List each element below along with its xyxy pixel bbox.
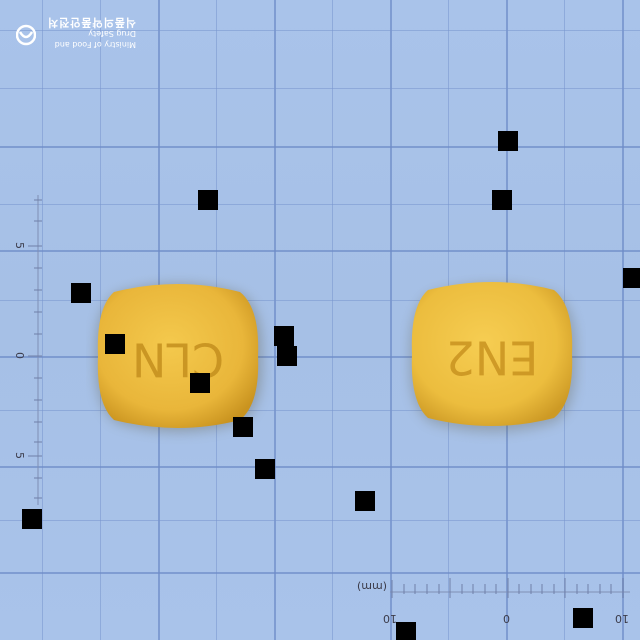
pill-imprint-left: CLN [132, 333, 224, 387]
ruler-label: 5 [13, 452, 26, 459]
occlusion-square [190, 373, 210, 393]
ruler-unit-label: (mm) [357, 580, 388, 593]
occlusion-square [355, 491, 375, 511]
occlusion-square [492, 190, 512, 210]
vertical-ruler: 5 0 5 [12, 190, 48, 510]
agency-logo-text: Ministry of Food and Drug Safety 식품의약품안전… [40, 16, 136, 50]
grid-line [622, 0, 624, 640]
occlusion-square [274, 326, 294, 346]
agency-name-korean: 식품의약품안전처 [47, 16, 136, 29]
occlusion-square [573, 608, 593, 628]
grid-line [332, 0, 333, 640]
ruler-label: 5 [13, 242, 26, 249]
grid-line [0, 520, 640, 521]
agency-logo: Ministry of Food and Drug Safety 식품의약품안전… [16, 14, 136, 54]
occlusion-square [233, 417, 253, 437]
occlusion-square [198, 190, 218, 210]
grid-line [0, 146, 640, 148]
ruler-label: 10 [383, 612, 397, 625]
occlusion-square [255, 459, 275, 479]
occlusion-square [22, 509, 42, 529]
agency-name-english: Ministry of Food and Drug Safety [54, 29, 136, 49]
occlusion-square [623, 268, 640, 288]
occlusion-square [105, 334, 125, 354]
occlusion-square [396, 622, 416, 640]
ruler-label: 0 [503, 612, 510, 625]
agency-emblem-icon [16, 24, 36, 46]
ruler-label: 10 [615, 612, 629, 625]
occlusion-square [277, 346, 297, 366]
grid-line [0, 466, 640, 468]
pill-tablet-right: EN2 [409, 282, 577, 432]
grid-line [0, 204, 640, 205]
pill-imprint-right: EN2 [446, 331, 539, 385]
grid-line [0, 88, 640, 89]
grid-line [390, 0, 392, 640]
occlusion-square [71, 283, 91, 303]
occlusion-square [498, 131, 518, 151]
photo-stage: Ministry of Food and Drug Safety 식품의약품안전… [0, 0, 640, 640]
grid-line [0, 250, 640, 252]
ruler-label: 0 [13, 352, 26, 359]
grid-line [274, 0, 276, 640]
